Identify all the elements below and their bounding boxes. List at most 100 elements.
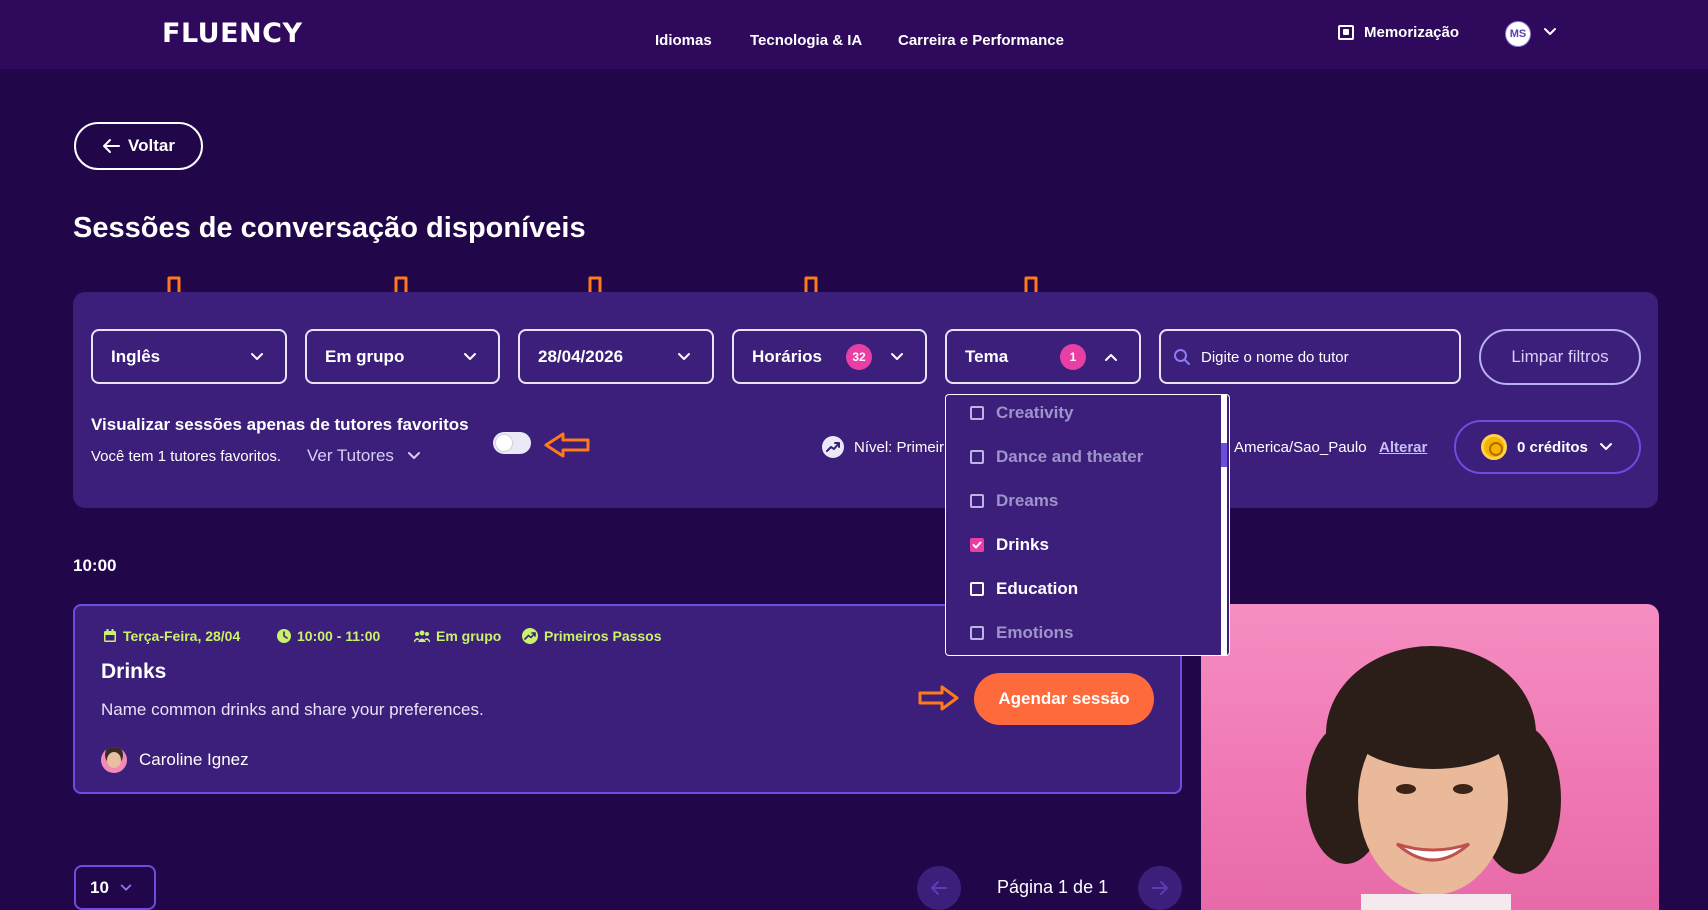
favorites-toggle[interactable] (493, 432, 531, 454)
theme-option-dance-and-theater[interactable]: Dance and theater (970, 447, 1143, 467)
session-title: Drinks (101, 660, 167, 683)
arrow-left-icon (931, 881, 947, 895)
user-avatar[interactable]: MS (1505, 21, 1531, 47)
theme-dropdown: Creativity Dance and theater Dreams Drin… (945, 394, 1230, 656)
theme-option-dreams[interactable]: Dreams (970, 491, 1058, 511)
tutor-search-input[interactable] (1201, 345, 1441, 369)
language-select-value: Inglês (111, 346, 161, 366)
cards-icon (1338, 25, 1354, 40)
check-icon (972, 541, 982, 549)
checkbox[interactable] (970, 494, 984, 508)
times-select-label: Horários (752, 346, 822, 366)
chevron-down-icon (891, 353, 903, 360)
favorites-title: Visualizar sessões apenas de tutores fav… (91, 415, 469, 434)
tutor-photo (1201, 604, 1659, 910)
theme-option-label: Drinks (996, 535, 1049, 554)
page-title: Sessões de conversação disponíveis (73, 212, 586, 244)
time-slot-label: 10:00 (73, 556, 117, 575)
theme-option-drinks[interactable]: Drinks (970, 535, 1049, 555)
tutor-avatar (101, 747, 127, 773)
search-icon (1174, 349, 1190, 365)
nav-tecnologia-ia[interactable]: Tecnologia & IA (750, 32, 862, 49)
session-level-text: Primeiros Passos (544, 628, 662, 644)
memorizacao-link[interactable]: Memorização (1338, 24, 1459, 41)
chevron-down-icon (678, 353, 690, 360)
checkbox[interactable] (970, 626, 984, 640)
session-time: 10:00 - 11:00 (277, 628, 380, 644)
chevron-up-icon (1105, 354, 1117, 361)
clear-filters-button[interactable]: Limpar filtros (1479, 329, 1641, 385)
annotation-arrow-icon (918, 685, 959, 711)
format-select[interactable]: Em grupo (305, 329, 500, 384)
trending-up-icon (522, 628, 538, 644)
session-level: Primeiros Passos (522, 628, 662, 644)
coin-icon (1481, 434, 1507, 460)
credits-button[interactable]: 0 créditos (1454, 420, 1641, 474)
times-count-badge: 32 (846, 344, 872, 370)
favorites-subtitle: Você tem 1 tutores favoritos. (91, 448, 282, 465)
level-text: Nível: Primeir (854, 438, 945, 456)
dropdown-scrollbar[interactable] (1221, 395, 1227, 655)
checkbox[interactable] (970, 406, 984, 420)
tutor-name: Caroline Ignez (139, 750, 249, 769)
session-format: Em grupo (414, 628, 501, 644)
previous-page-button[interactable] (917, 866, 961, 910)
fluency-logo[interactable]: FLUENCY (162, 18, 303, 49)
nav-carreira-performance[interactable]: Carreira e Performance (898, 32, 1064, 49)
checkbox[interactable] (970, 450, 984, 464)
theme-option-label: Creativity (996, 403, 1074, 422)
session-description: Name common drinks and share your prefer… (101, 700, 484, 719)
chevron-down-icon (251, 353, 263, 360)
session-tutor[interactable]: Caroline Ignez (101, 747, 249, 773)
page-info: Página 1 de 1 (997, 877, 1109, 897)
date-select-value: 28/04/2026 (538, 346, 624, 366)
arrow-left-icon (103, 139, 121, 153)
memorizacao-label: Memorização (1364, 24, 1460, 41)
format-select-value: Em grupo (325, 346, 405, 366)
theme-select-label: Tema (965, 346, 1009, 366)
filter-panel (73, 292, 1658, 508)
theme-option-label: Emotions (996, 623, 1074, 642)
back-button-label: Voltar (128, 136, 175, 155)
times-select[interactable]: Horários 32 (732, 329, 927, 384)
change-timezone-link[interactable]: Alterar (1379, 439, 1427, 456)
theme-option-label: Dreams (996, 491, 1059, 510)
tutor-search[interactable] (1159, 329, 1461, 384)
session-time-text: 10:00 - 11:00 (297, 628, 381, 644)
theme-count-badge: 1 (1060, 344, 1086, 370)
checkbox-checked[interactable] (970, 538, 984, 552)
level-indicator: Nível: Primeir (822, 436, 944, 458)
per-page-select[interactable]: 10 (74, 865, 156, 910)
trending-up-icon (822, 436, 844, 458)
chevron-down-icon (1599, 443, 1612, 450)
see-tutors-link[interactable]: Ver Tutores (307, 446, 422, 466)
nav-idiomas[interactable]: Idiomas (655, 32, 712, 49)
chevron-down-icon (407, 452, 420, 459)
theme-select[interactable]: Tema 1 (945, 329, 1141, 384)
credits-label: 0 créditos (1517, 438, 1588, 456)
theme-option-emotions[interactable]: Emotions (970, 623, 1073, 643)
session-date-text: Terça-Feira, 28/04 (123, 628, 241, 644)
schedule-session-button[interactable]: Agendar sessão (974, 673, 1154, 725)
chevron-down-icon[interactable] (1542, 24, 1558, 40)
calendar-icon (104, 629, 116, 642)
date-select[interactable]: 28/04/2026 (518, 329, 714, 384)
arrow-right-icon (1152, 881, 1168, 895)
per-page-value: 10 (90, 877, 109, 897)
chevron-down-icon (120, 884, 132, 891)
theme-option-creativity[interactable]: Creativity (970, 403, 1073, 423)
checkbox[interactable] (970, 582, 984, 596)
theme-option-label: Education (996, 579, 1079, 598)
back-button[interactable]: Voltar (74, 122, 203, 170)
dropdown-scrollbar-thumb[interactable] (1221, 443, 1227, 467)
group-icon (414, 630, 430, 643)
session-format-text: Em grupo (436, 628, 502, 644)
next-page-button[interactable] (1138, 866, 1182, 910)
annotation-arrow-icon (544, 432, 590, 458)
timezone-text: America/Sao_Paulo (1234, 439, 1367, 456)
theme-option-education[interactable]: Education (970, 579, 1078, 599)
chevron-down-icon (464, 353, 476, 360)
language-select[interactable]: Inglês (91, 329, 287, 384)
session-date: Terça-Feira, 28/04 (103, 628, 240, 644)
top-bar: FLUENCY Idiomas Tecnologia & IA Carreira… (0, 0, 1708, 69)
